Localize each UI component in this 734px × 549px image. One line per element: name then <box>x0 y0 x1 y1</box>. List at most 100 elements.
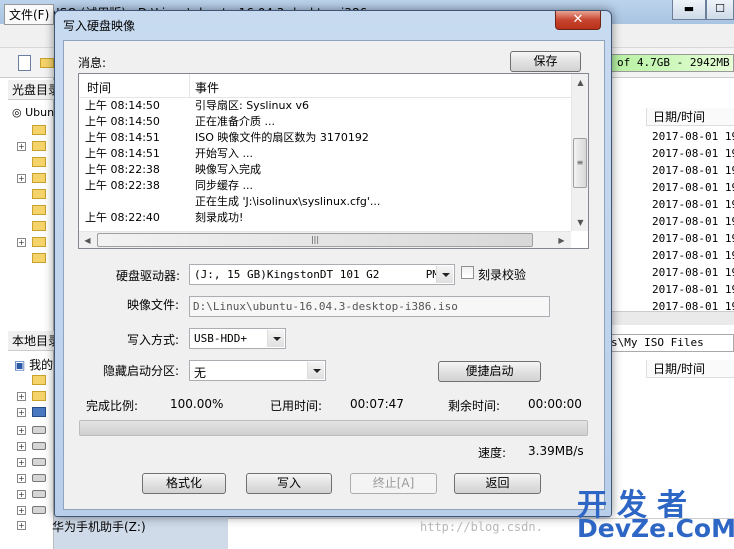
folder-icon[interactable] <box>32 205 46 215</box>
drive-icon[interactable] <box>32 426 46 434</box>
drive-icon[interactable] <box>32 474 46 482</box>
date-column-header-2[interactable]: 日期/时间 <box>646 360 734 378</box>
cd-directory-header: 光盘目录 <box>8 80 54 100</box>
folder-icon[interactable] <box>32 141 46 151</box>
local-directory-header: 本地目录 <box>8 331 54 351</box>
desktop-icon[interactable] <box>32 407 46 417</box>
elapsed-label: 已用时间: <box>270 399 323 413</box>
disc-icon: ◎ <box>12 106 22 119</box>
horizontal-scroll-thumb[interactable]: ||| <box>97 233 533 247</box>
drive-icon[interactable] <box>32 506 46 514</box>
expand-icon[interactable]: + <box>17 474 26 483</box>
drive-label: 硬盘驱动器: <box>116 269 181 283</box>
folder-icon[interactable] <box>32 157 46 167</box>
drive-select[interactable]: (J:, 15 GB)KingstonDT 101 G2 PMAP <box>189 264 455 285</box>
log-row: 上午 08:22:40 刻录成功! <box>85 210 571 226</box>
scroll-left-icon[interactable]: ◀ <box>79 232 96 249</box>
drive-icon[interactable] <box>32 490 46 498</box>
message-log[interactable]: 时间 事件 上午 08:14:50 引导扇区: Syslinux v6 上午 0… <box>78 73 589 249</box>
phone-assistant-drive[interactable]: 华为手机助手(Z:) <box>52 518 146 535</box>
log-horizontal-scrollbar[interactable]: ◀ ||| ▶ <box>79 231 571 248</box>
date-cell: 2017-08-01 19:5 <box>652 198 734 211</box>
expand-icon[interactable]: + <box>17 426 26 435</box>
date-cell: 2017-08-01 19:5 <box>652 130 734 143</box>
scroll-up-icon[interactable]: ▲ <box>572 74 589 91</box>
file-list-scrollbar[interactable] <box>610 311 734 325</box>
stop-button[interactable]: 终止[A] <box>350 473 437 494</box>
watermark-en: DevZe.CoM <box>577 514 734 543</box>
expand-icon[interactable]: + <box>17 392 26 401</box>
vertical-scroll-thumb[interactable]: ≡ <box>573 138 587 188</box>
verify-checkbox[interactable] <box>461 266 474 279</box>
dialog-title: 写入硬盘映像 <box>63 19 136 33</box>
minimize-button[interactable]: ▬ <box>672 0 706 20</box>
write-method-label: 写入方式: <box>127 333 180 347</box>
back-button[interactable]: 返回 <box>454 473 541 494</box>
remaining-label: 剩余时间: <box>448 399 501 413</box>
remaining-value: 00:00:00 <box>528 397 582 411</box>
folder-icon[interactable] <box>32 189 46 199</box>
drive-icon[interactable] <box>32 442 46 450</box>
folder-icon[interactable] <box>32 391 46 401</box>
expand-icon[interactable]: + <box>17 506 26 515</box>
maximize-button[interactable]: ☐ <box>706 0 734 20</box>
log-vertical-scrollbar[interactable]: ▲ ≡ ▼ <box>571 74 588 231</box>
close-icon[interactable]: ✕ <box>555 11 601 30</box>
folder-icon[interactable] <box>32 253 46 263</box>
expand-icon[interactable]: + <box>17 521 26 530</box>
date-cell: 2017-08-01 19:5 <box>652 164 734 177</box>
log-row: 上午 08:14:50 引导扇区: Syslinux v6 <box>85 98 571 114</box>
local-path-field[interactable]: s\My ISO Files <box>608 334 734 352</box>
expand-icon[interactable]: + <box>17 442 26 451</box>
elapsed-value: 00:07:47 <box>350 397 404 411</box>
hidden-partition-label: 隐藏启动分区: <box>103 364 180 378</box>
log-row: 上午 08:14:51 开始写入 ... <box>85 146 571 162</box>
date-cell: 2017-08-01 19:5 <box>652 181 734 194</box>
folder-icon[interactable] <box>32 221 46 231</box>
scroll-right-icon[interactable]: ▶ <box>553 232 570 249</box>
expand-icon[interactable]: + <box>17 174 26 183</box>
date-cell: 2017-08-01 19:5 <box>652 232 734 245</box>
column-divider[interactable] <box>189 74 190 98</box>
date-cell: 2017-08-01 19:5 <box>652 283 734 296</box>
chevron-down-icon[interactable] <box>267 330 284 347</box>
scroll-down-icon[interactable]: ▼ <box>572 214 589 231</box>
expand-icon[interactable]: + <box>17 458 26 467</box>
new-file-icon[interactable] <box>18 55 31 71</box>
folder-icon[interactable] <box>32 375 46 385</box>
log-time: 上午 08:22:38 <box>85 163 160 176</box>
chevron-down-icon[interactable] <box>436 266 453 283</box>
chevron-down-icon[interactable] <box>307 362 324 379</box>
expand-icon[interactable]: + <box>17 408 26 417</box>
expand-icon[interactable]: + <box>17 142 26 151</box>
percent-value: 100.00% <box>170 397 224 411</box>
drive-select-value: (J:, 15 GB)KingstonDT 101 G2 PMAP <box>194 268 453 281</box>
log-event: 同步缓存 ... <box>195 179 253 192</box>
expand-icon[interactable]: + <box>17 490 26 499</box>
event-column-header[interactable]: 事件 <box>195 79 219 96</box>
open-folder-icon[interactable] <box>40 58 54 68</box>
menu-file[interactable]: 文件(F) <box>4 4 55 25</box>
time-column-header[interactable]: 时间 <box>87 79 111 96</box>
progress-bar <box>79 420 588 436</box>
hidden-partition-select[interactable]: 无 <box>189 360 326 381</box>
watermark-url: http://blog.csdn. <box>420 520 543 534</box>
drive-icon[interactable] <box>32 458 46 466</box>
write-button[interactable]: 写入 <box>246 473 332 494</box>
write-method-select[interactable]: USB-HDD+ <box>189 328 286 349</box>
quick-boot-button[interactable]: 便捷启动 <box>438 361 541 382</box>
folder-icon[interactable] <box>32 237 46 247</box>
log-event: ISO 映像文件的扇区数为 3170192 <box>195 131 369 144</box>
date-cell: 2017-08-01 19:5 <box>652 266 734 279</box>
expand-icon[interactable]: + <box>17 238 26 247</box>
format-button[interactable]: 格式化 <box>142 473 226 494</box>
log-event: 引导扇区: Syslinux v6 <box>195 99 309 112</box>
image-file-field[interactable]: D:\Linux\ubuntu-16.04.3-desktop-i386.iso <box>189 296 550 317</box>
folder-icon[interactable] <box>32 173 46 183</box>
log-row: 上午 08:22:38 同步缓存 ... <box>85 178 571 194</box>
folder-icon[interactable] <box>32 125 46 135</box>
date-column-header[interactable]: 日期/时间 <box>646 108 734 126</box>
save-button[interactable]: 保存 <box>510 51 581 72</box>
log-row: 上午 08:22:38 映像写入完成 <box>85 162 571 178</box>
image-file-label: 映像文件: <box>127 298 180 312</box>
